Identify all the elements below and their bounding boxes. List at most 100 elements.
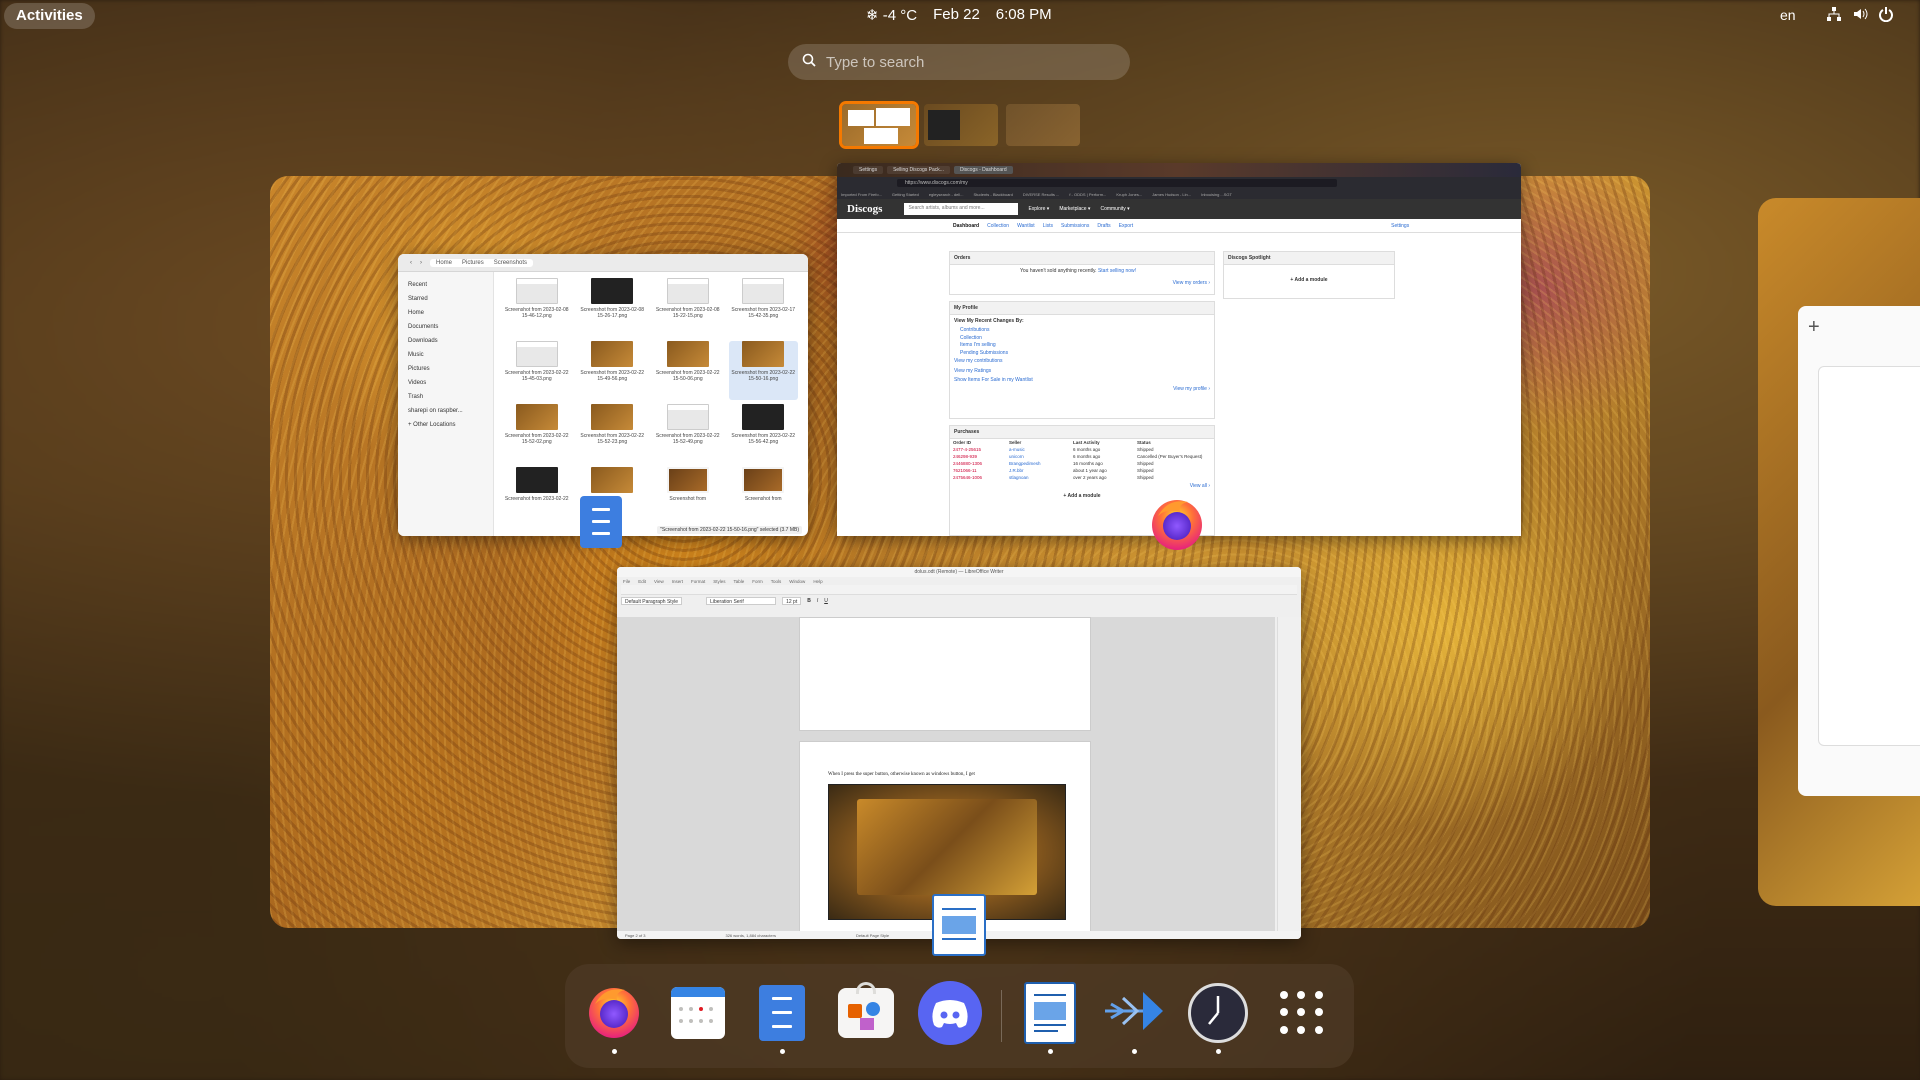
bookmark[interactable]: f - ODDS | Perform...	[1069, 192, 1106, 197]
workspace-thumbnail-2[interactable]	[924, 104, 998, 146]
subnav-item[interactable]: Submissions	[1061, 223, 1089, 229]
subnav-item[interactable]: Dashboard	[953, 223, 979, 229]
file-item[interactable]: Screenshot from	[729, 467, 799, 520]
next-workspace-preview[interactable]: +	[1758, 198, 1920, 906]
nav-explore[interactable]: Explore ▾	[1028, 206, 1049, 212]
table-row[interactable]: 2477-4-25615 a-music 6 months ago Shipped	[950, 446, 1214, 453]
back-icon[interactable]: ‹	[410, 260, 412, 266]
view-orders-link[interactable]: View my orders ›	[950, 274, 1214, 286]
file-item[interactable]: Screenshot from	[653, 467, 723, 520]
order-id[interactable]: 2477-4-25615	[953, 447, 1001, 452]
menu-item[interactable]: Table	[734, 579, 745, 584]
bold-icon[interactable]: B	[807, 598, 811, 604]
system-menu[interactable]	[1826, 6, 1894, 27]
browser-tab-active[interactable]: Discogs - Dashboard	[953, 166, 1013, 174]
sidebar-item[interactable]: Recent	[398, 278, 493, 292]
profile-link[interactable]: Pending Submissions	[960, 350, 1214, 358]
font-size-select[interactable]: 12 pt	[782, 597, 802, 605]
dock-item-audio[interactable]	[1103, 982, 1165, 1054]
file-item[interactable]: Screenshot from 2023-02-08 15-26-17.png	[578, 278, 648, 337]
sidebar-item[interactable]: Videos	[398, 376, 493, 390]
file-item[interactable]: Screenshot from 2023-02-17 15-42-35.png	[729, 278, 799, 337]
menu-item[interactable]: Edit	[638, 579, 646, 584]
workspace-thumbnail-3[interactable]	[1006, 104, 1080, 146]
dock-item-app-grid[interactable]	[1271, 982, 1333, 1044]
add-module-button[interactable]: + Add a module	[1224, 265, 1394, 283]
table-row[interactable]: 246298-939 unicorn 6 months ago Cancelled (…	[950, 453, 1214, 460]
subnav-item[interactable]: Collection	[987, 223, 1009, 229]
menu-item[interactable]: Format	[691, 579, 705, 584]
bookmark[interactable]: Getting Started	[892, 192, 919, 197]
search-input[interactable]	[826, 53, 1086, 71]
underline-icon[interactable]: U	[824, 598, 828, 604]
profile-link[interactable]: Show Items For Sale in my Wantlist	[954, 376, 1214, 386]
file-item-selected[interactable]: Screenshot from 2023-02-22 15-50-16.png	[728, 341, 798, 401]
file-item[interactable]: Screenshot from 2023-02-08 15-46-12.png	[502, 278, 572, 337]
seller[interactable]: stlagnoan	[1009, 475, 1065, 480]
seller[interactable]: unicorn	[1009, 454, 1065, 459]
seller[interactable]: Brangpedimesh	[1009, 461, 1065, 466]
paragraph-style-select[interactable]: Default Paragraph Style	[621, 597, 683, 605]
profile-link[interactable]: View my Ratings	[954, 367, 1214, 377]
subnav-item[interactable]: Lists	[1043, 223, 1053, 229]
order-id[interactable]: 2475646-1006	[953, 475, 1001, 480]
table-row[interactable]: 7621066-11 J.R.bbr about 1 year ago Shipped	[950, 467, 1214, 474]
profile-link[interactable]: Contributions	[960, 327, 1214, 335]
menu-item[interactable]: File	[623, 579, 630, 584]
subnav-item[interactable]: Export	[1119, 223, 1133, 229]
sidebar-item[interactable]: Home	[398, 306, 493, 320]
bookmark[interactable]: Kruph Jones...	[1116, 192, 1142, 197]
workspace-thumbnail-1[interactable]	[839, 101, 919, 149]
bookmark[interactable]: James Hudson - Lin...	[1152, 192, 1191, 197]
order-id[interactable]: 7621066-11	[953, 468, 1001, 473]
settings-link[interactable]: Settings	[1391, 223, 1409, 229]
bookmark[interactable]: DIVERSE Results ...	[1023, 192, 1059, 197]
sidebar-item[interactable]: Pictures	[398, 362, 493, 376]
bookmark[interactable]: egleysearch - dell...	[929, 192, 964, 197]
sidebar-item[interactable]: Documents	[398, 320, 493, 334]
url-bar[interactable]: https://www.discogs.com/my	[897, 179, 1337, 187]
sidebar-item[interactable]: + Other Locations	[398, 418, 493, 432]
breadcrumb-item[interactable]: Pictures	[462, 260, 484, 266]
file-item[interactable]: Screenshot from 2023-02-22 15-52-23.png	[578, 404, 648, 463]
discogs-search[interactable]: Search artists, albums and more...	[904, 203, 1019, 215]
dock-item-writer[interactable]	[1019, 982, 1081, 1054]
view-all-link[interactable]: View all ›	[950, 483, 1214, 489]
search-entry[interactable]	[788, 44, 1130, 80]
profile-link[interactable]: View my contributions	[954, 357, 1214, 367]
italic-icon[interactable]: I	[817, 598, 818, 604]
menu-item[interactable]: Tools	[771, 579, 782, 584]
sidebar-item[interactable]: Trash	[398, 390, 493, 404]
discogs-logo[interactable]: Discogs	[847, 203, 882, 215]
file-item[interactable]: Screenshot from 2023-02-22 15-49-56.png	[578, 341, 648, 400]
menu-item[interactable]: Window	[789, 579, 805, 584]
bookmark[interactable]: Students - Blackboard	[974, 192, 1013, 197]
dock-item-clock[interactable]	[1187, 982, 1249, 1054]
file-item[interactable]: Screenshot from 2023-02-22 15-50-06.png	[653, 341, 723, 400]
sidebar-item[interactable]: Music	[398, 348, 493, 362]
sidebar-item[interactable]: Starred	[398, 292, 493, 306]
dock-item-files[interactable]	[751, 982, 813, 1054]
seller[interactable]: J.R.bbr	[1009, 468, 1065, 473]
start-selling-link[interactable]: Start selling now!	[1098, 268, 1136, 274]
nav-marketplace[interactable]: Marketplace ▾	[1059, 206, 1090, 212]
files-window[interactable]: ‹ › Home Pictures Screenshots Recent Sta…	[398, 254, 808, 536]
table-row[interactable]: 2475646-1006 stlagnoan over 2 years ago Shi…	[950, 474, 1214, 481]
file-item[interactable]: Screenshot from 2023-02-08 15-22-15.png	[653, 278, 723, 337]
sidebar-item[interactable]: sharepi on raspber...	[398, 404, 493, 418]
dock-item-software[interactable]	[835, 982, 897, 1044]
document-canvas[interactable]: When I press the super button, otherwise…	[617, 617, 1275, 939]
order-id[interactable]: 246298-939	[953, 454, 1001, 459]
profile-link[interactable]: Items I'm selling	[960, 342, 1214, 350]
profile-link[interactable]: Collection	[960, 335, 1214, 343]
file-item[interactable]: Screenshot from 2023-02-22 15-52-02.png	[502, 404, 572, 463]
browser-tab[interactable]: Selling Discogs Pack...	[887, 166, 950, 174]
sidebar-item[interactable]: Downloads	[398, 334, 493, 348]
menu-item[interactable]: Form	[752, 579, 763, 584]
firefox-window[interactable]: Settings Selling Discogs Pack... Discogs…	[837, 163, 1521, 536]
file-item[interactable]: Screenshot from 2023-02-22 15-56-42.png	[729, 404, 799, 463]
clock-button[interactable]: ❄ -4 °C Feb 22 6:08 PM	[866, 6, 1052, 24]
view-profile-link[interactable]: View my profile ›	[950, 386, 1214, 392]
dock-item-discord[interactable]	[918, 981, 982, 1045]
menu-item[interactable]: View	[654, 579, 664, 584]
